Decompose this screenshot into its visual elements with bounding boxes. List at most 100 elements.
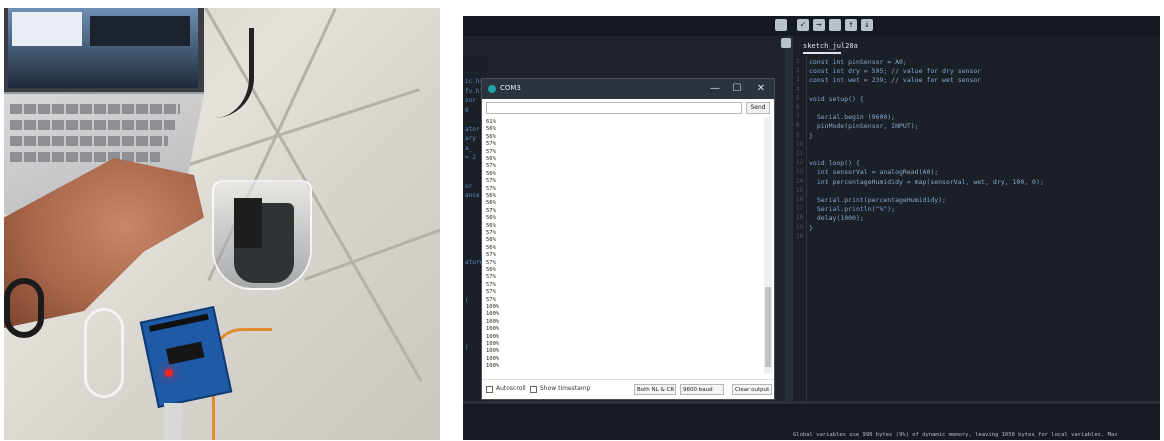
serial-output-line: 100% xyxy=(486,304,500,310)
pane-divider[interactable] xyxy=(781,36,793,406)
serial-output-line: 56% xyxy=(486,170,496,177)
serial-output-line: 57% xyxy=(486,252,496,259)
line-number: 14 xyxy=(796,177,804,185)
serial-title-bar[interactable]: COM3 — ☐ ✕ xyxy=(482,79,774,99)
serial-monitor-window[interactable]: COM3 — ☐ ✕ Send 61% 56% 56% 57% 57% 56% 57% 56%… xyxy=(481,78,775,400)
line-ending-select[interactable]: Both NL & CR xyxy=(634,384,676,395)
code-line[interactable]: Serial.println("%"); xyxy=(809,205,895,213)
serial-output-line: 56% xyxy=(486,200,496,207)
autoscroll-label: Autoscroll xyxy=(496,385,526,392)
serial-output-line: 56% xyxy=(486,156,496,162)
serial-output: 61% 56% 56% 57% 57% 56% 57% 56% 57% 57% 56% 56% 57% 5… xyxy=(486,117,762,373)
code-fragment: ( xyxy=(465,344,469,351)
active-tab-underline xyxy=(803,52,841,54)
minimize-icon[interactable]: — xyxy=(708,82,722,96)
serial-output-line: 56% xyxy=(486,126,496,133)
line-number: 2 xyxy=(796,67,800,75)
scrollbar-thumb[interactable] xyxy=(765,287,771,367)
code-line[interactable]: const int wet = 239; // value for wet se… xyxy=(809,76,981,84)
line-number: 6 xyxy=(796,104,800,111)
verify-icon[interactable]: ✓ xyxy=(797,19,809,31)
editor-tab[interactable]: sketch_jul20a xyxy=(803,42,858,50)
code-fragment: ator xyxy=(465,125,480,133)
code-fragment: or xyxy=(465,182,473,190)
serial-output-line: 57% xyxy=(486,141,496,148)
code-line[interactable]: int sensorVal = analogRead(A0); xyxy=(809,168,938,176)
send-button[interactable]: Send xyxy=(746,102,770,114)
serial-input[interactable] xyxy=(486,102,742,114)
serial-scrollbar[interactable] xyxy=(764,117,772,373)
serial-output-line: 100% xyxy=(486,318,500,325)
serial-output-line: 57% xyxy=(486,274,496,281)
usb-cable xyxy=(164,403,182,440)
serial-output-line: 56% xyxy=(486,133,496,140)
baud-rate-select[interactable]: 9600 baud xyxy=(680,384,724,395)
autoscroll-checkbox[interactable] xyxy=(486,386,493,393)
maximize-icon[interactable]: ☐ xyxy=(730,82,744,96)
laptop-lid xyxy=(4,8,204,96)
key-row xyxy=(10,152,160,162)
pane-menu-icon[interactable] xyxy=(781,38,791,48)
line-number: 8 xyxy=(796,122,800,130)
serial-output-line: 57% xyxy=(486,148,496,155)
serial-output-line: 56% xyxy=(486,244,496,251)
code-fragment: ( xyxy=(465,296,469,304)
timestamp-label: Show timestamp xyxy=(540,385,591,392)
code-fragment: ary xyxy=(465,135,476,142)
line-number: 9 xyxy=(796,131,800,139)
code-line[interactable]: } xyxy=(809,132,813,140)
code-editor[interactable]: sketch_jul20a 1 2 3 4 5 6 7 8 9 10 11 12 13 14 15 16 17 1… xyxy=(793,36,1160,406)
serial-output-line: 57% xyxy=(486,207,496,214)
screen-window xyxy=(90,16,190,46)
code-fragment: 0 xyxy=(465,106,469,114)
arduino-icon xyxy=(488,85,496,93)
code-line[interactable]: delay(1000); xyxy=(809,214,864,222)
line-number-gutter: 1 2 3 4 5 6 7 8 9 10 11 12 13 14 15 16 17 18 19 20 xyxy=(793,56,807,406)
output-console: Global variables use 998 bytes (9%) of d… xyxy=(463,401,1160,440)
save-file-icon[interactable]: ↓ xyxy=(861,19,873,31)
serial-output-line: 57% xyxy=(486,289,496,296)
code-line[interactable]: const int pinSensor = A0; xyxy=(809,58,907,66)
close-icon[interactable]: ✕ xyxy=(754,82,768,96)
pin-header xyxy=(148,313,209,332)
composite-image: ✓ → ↑ ↓ ic.h> fv.h" sor 0 ator ary a_ = 2 or anc… xyxy=(0,0,1164,441)
serial-output-line: 100% xyxy=(486,363,500,370)
open-file-icon[interactable]: ↑ xyxy=(845,19,857,31)
laptop-cable xyxy=(194,28,254,118)
line-number: 16 xyxy=(796,196,804,203)
upload-icon[interactable]: → xyxy=(813,19,825,31)
key-row xyxy=(10,120,175,130)
power-led xyxy=(164,368,174,378)
line-number: 3 xyxy=(796,76,800,84)
code-line[interactable]: const int dry = 595; // value for dry se… xyxy=(809,67,981,75)
code-line[interactable]: void setup() { xyxy=(809,95,864,103)
serial-plotter-icon[interactable] xyxy=(775,19,787,31)
line-number: 7 xyxy=(796,113,800,121)
code-line[interactable]: int percentageHumididy = map(sensorVal, … xyxy=(809,178,1044,186)
console-message: Global variables use 998 bytes (9%) of d… xyxy=(793,432,1118,438)
arduino-board xyxy=(139,306,233,408)
code-line[interactable]: void loop() { xyxy=(809,159,860,167)
code-line[interactable]: } xyxy=(809,224,813,232)
serial-output-line: 56% xyxy=(486,237,496,244)
line-number: 20 xyxy=(796,232,804,240)
code-line[interactable]: Serial.begin (9600); xyxy=(809,113,895,121)
serial-output-line: 100% xyxy=(486,341,500,347)
serial-output-line: 56% xyxy=(486,222,496,229)
timestamp-checkbox[interactable] xyxy=(530,386,537,393)
code-line[interactable]: Serial.print(percentageHumididy); xyxy=(809,196,946,204)
code-line[interactable]: pinMode(pinSensor, INPUT); xyxy=(809,122,919,130)
code-fragment: sor xyxy=(465,97,476,104)
serial-output-line: 56% xyxy=(486,267,496,273)
microcontroller-chip xyxy=(165,341,205,365)
white-wire xyxy=(84,308,124,398)
line-number: 1 xyxy=(796,58,800,65)
tile-grout xyxy=(304,209,440,281)
clear-output-button[interactable]: Clear output xyxy=(732,384,772,395)
ide-toolbar: ✓ → ↑ ↓ xyxy=(463,16,1160,36)
line-number: 19 xyxy=(796,223,804,231)
new-file-icon[interactable] xyxy=(829,19,841,31)
line-number: 18 xyxy=(796,214,804,222)
line-number: 5 xyxy=(796,94,800,102)
serial-output-line: 100% xyxy=(486,326,500,333)
